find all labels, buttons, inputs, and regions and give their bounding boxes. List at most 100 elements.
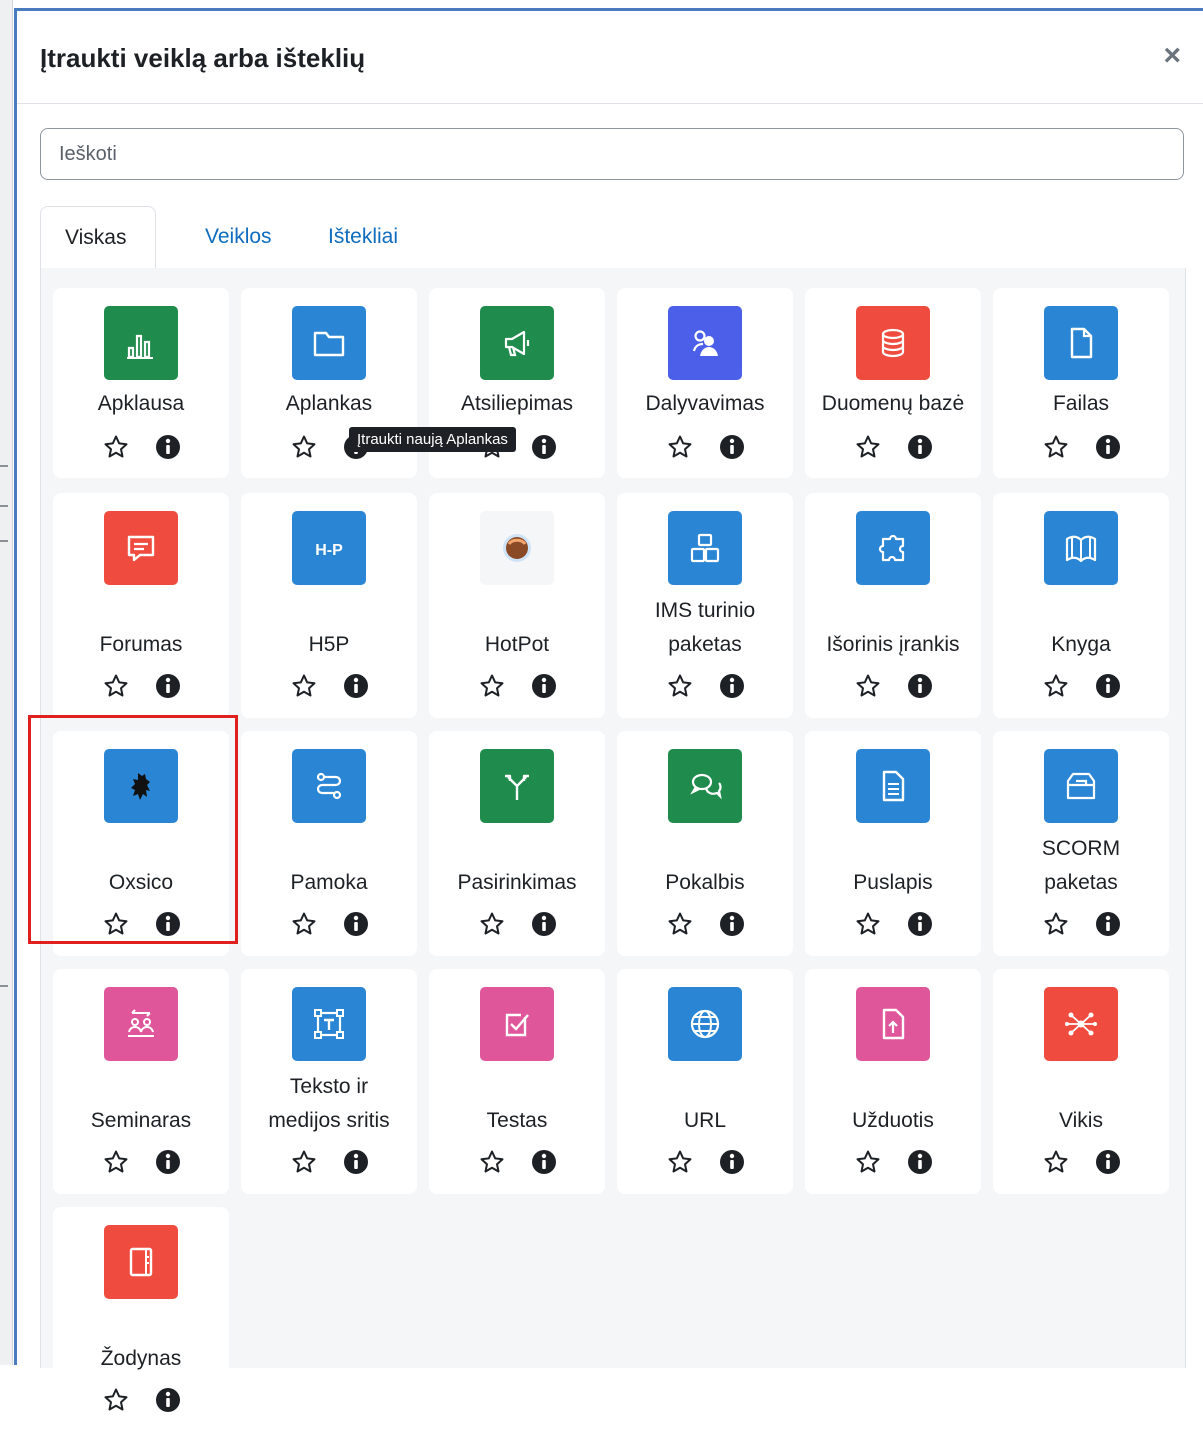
module-card[interactable]: Teksto ir medijos sritis	[241, 969, 417, 1194]
info-icon[interactable]	[907, 673, 933, 699]
info-icon[interactable]	[343, 1149, 369, 1175]
module-card[interactable]: Vikis	[993, 969, 1169, 1194]
module-card[interactable]: H-P H5P	[241, 493, 417, 718]
module-card[interactable]: Apklausa	[53, 288, 229, 478]
search-field[interactable]	[40, 128, 1184, 180]
module-card[interactable]: IMS turinio paketas	[617, 493, 793, 718]
star-icon[interactable]	[103, 673, 129, 699]
tab-activities[interactable]: Veiklos	[181, 206, 296, 268]
megaphone-icon	[480, 306, 554, 380]
file-icon	[1044, 306, 1118, 380]
module-card[interactable]: HotPot	[429, 493, 605, 718]
module-card[interactable]: Failas	[993, 288, 1169, 478]
chat-bubbles-icon	[668, 749, 742, 823]
module-name: HotPot	[484, 633, 550, 656]
module-card[interactable]: Knyga	[993, 493, 1169, 718]
info-icon[interactable]	[1095, 911, 1121, 937]
dialog-header: Įtraukti veiklą arba išteklių ×	[17, 11, 1203, 104]
info-icon[interactable]	[907, 434, 933, 460]
info-icon[interactable]	[1095, 673, 1121, 699]
notebook-icon	[104, 1225, 178, 1299]
edge-mark	[0, 465, 8, 467]
star-icon[interactable]	[479, 1149, 505, 1175]
info-icon[interactable]	[531, 434, 557, 460]
info-icon[interactable]	[719, 911, 745, 937]
info-icon[interactable]	[907, 1149, 933, 1175]
module-card[interactable]: Testas	[429, 969, 605, 1194]
module-card[interactable]: Išorinis įrankis	[805, 493, 981, 718]
star-icon[interactable]	[479, 911, 505, 937]
info-icon[interactable]	[531, 1149, 557, 1175]
edge-mark	[0, 505, 8, 507]
info-icon[interactable]	[343, 673, 369, 699]
info-icon[interactable]	[1095, 1149, 1121, 1175]
close-icon[interactable]: ×	[1163, 41, 1181, 71]
star-icon[interactable]	[103, 1387, 129, 1413]
info-icon[interactable]	[531, 911, 557, 937]
star-icon[interactable]	[855, 434, 881, 460]
info-icon[interactable]	[719, 673, 745, 699]
tab-all[interactable]: Viskas	[40, 206, 156, 269]
module-name: Duomenų bazė	[821, 392, 965, 415]
tab-resources[interactable]: Ištekliai	[304, 206, 422, 268]
star-icon[interactable]	[667, 911, 693, 937]
star-icon[interactable]	[1043, 911, 1069, 937]
star-icon[interactable]	[103, 434, 129, 460]
info-icon[interactable]	[155, 434, 181, 460]
module-card[interactable]: Oxsico	[53, 731, 229, 956]
module-name: Oxsico	[108, 871, 174, 894]
module-name: Vikis	[1059, 1109, 1103, 1132]
info-icon[interactable]	[719, 1149, 745, 1175]
module-name: IMS turinio paketas	[654, 599, 756, 656]
info-icon[interactable]	[155, 1387, 181, 1413]
module-name: Pasirinkimas	[457, 871, 577, 894]
speech-bubble-icon	[104, 511, 178, 585]
info-icon[interactable]	[1095, 434, 1121, 460]
star-icon[interactable]	[1043, 1149, 1069, 1175]
info-icon[interactable]	[155, 673, 181, 699]
tab-bar: Viskas Veiklos Ištekliai	[40, 206, 1184, 269]
module-card[interactable]: Užduotis	[805, 969, 981, 1194]
star-icon[interactable]	[291, 673, 317, 699]
star-icon[interactable]	[1043, 673, 1069, 699]
puzzle-icon	[856, 511, 930, 585]
star-icon[interactable]	[1043, 434, 1069, 460]
info-icon[interactable]	[155, 911, 181, 937]
star-icon[interactable]	[103, 911, 129, 937]
module-name: Forumas	[99, 633, 183, 656]
info-icon[interactable]	[155, 1149, 181, 1175]
module-card[interactable]: Duomenų bazė	[805, 288, 981, 478]
module-card[interactable]: Pokalbis	[617, 731, 793, 956]
module-card[interactable]: Forumas	[53, 493, 229, 718]
module-card[interactable]: URL	[617, 969, 793, 1194]
star-icon[interactable]	[855, 911, 881, 937]
module-card[interactable]: Žodynas	[53, 1207, 229, 1432]
star-icon[interactable]	[291, 434, 317, 460]
module-name: Testas	[486, 1109, 548, 1132]
info-icon[interactable]	[907, 911, 933, 937]
module-name: Pamoka	[290, 871, 368, 894]
module-card[interactable]: Pamoka	[241, 731, 417, 956]
module-card[interactable]: Dalyvavimas	[617, 288, 793, 478]
star-icon[interactable]	[291, 1149, 317, 1175]
star-icon[interactable]	[667, 673, 693, 699]
module-card[interactable]: Pasirinkimas	[429, 731, 605, 956]
module-name: Žodynas	[100, 1347, 182, 1370]
search-input[interactable]	[41, 129, 1183, 179]
edge-mark	[0, 540, 8, 542]
star-icon[interactable]	[103, 1149, 129, 1175]
info-icon[interactable]	[531, 673, 557, 699]
module-card[interactable]: SCORM paketas	[993, 731, 1169, 956]
info-icon[interactable]	[343, 911, 369, 937]
info-icon[interactable]	[719, 434, 745, 460]
star-icon[interactable]	[667, 1149, 693, 1175]
star-icon[interactable]	[855, 673, 881, 699]
box-icon	[1044, 749, 1118, 823]
star-icon[interactable]	[479, 673, 505, 699]
star-icon[interactable]	[291, 911, 317, 937]
star-icon[interactable]	[855, 1149, 881, 1175]
modules-grid: Apklausa Aplankas Atsiliepimas Dalyvavimas D…	[40, 268, 1186, 1432]
module-card[interactable]: Seminaras	[53, 969, 229, 1194]
module-card[interactable]: Puslapis	[805, 731, 981, 956]
star-icon[interactable]	[667, 434, 693, 460]
